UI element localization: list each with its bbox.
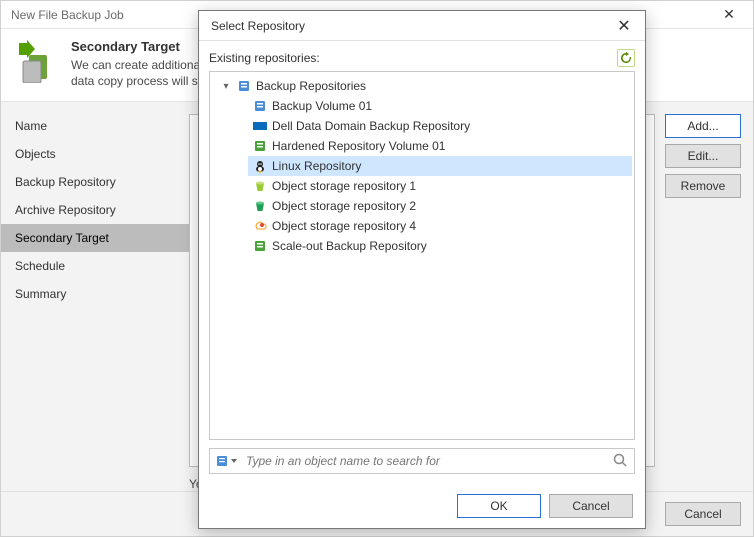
refresh-icon[interactable]	[617, 49, 635, 67]
repo-item-label: Backup Volume 01	[272, 99, 372, 113]
wizard-close-icon[interactable]: ✕	[711, 6, 747, 23]
search-input[interactable]	[244, 453, 606, 469]
disk-blue-icon	[252, 98, 268, 114]
dialog-body: Existing repositories: ▾ Backup Reposito…	[199, 41, 645, 484]
bucket-lime-icon	[252, 178, 268, 194]
repo-item-label: Object storage repository 2	[272, 199, 416, 213]
repo-item-label: Object storage repository 4	[272, 219, 416, 233]
repo-item-linux-repository[interactable]: Linux Repository	[248, 156, 632, 176]
repo-item-object-storage-repository-4[interactable]: Object storage repository 4	[248, 216, 632, 236]
wizard-cancel-button[interactable]: Cancel	[665, 502, 741, 526]
tree-root-label: Backup Repositories	[256, 79, 366, 93]
nav-item-summary[interactable]: Summary	[1, 280, 189, 308]
search-bar	[209, 448, 635, 474]
cancel-button[interactable]: Cancel	[549, 494, 633, 518]
repo-item-hardened-repository-volume-01[interactable]: Hardened Repository Volume 01	[248, 136, 632, 156]
chevron-down-icon[interactable]: ▾	[220, 81, 232, 92]
existing-repositories-label: Existing repositories:	[209, 51, 617, 65]
add-button[interactable]: Add...	[665, 114, 741, 138]
nav-item-objects[interactable]: Objects	[1, 140, 189, 168]
disk-green-icon	[252, 138, 268, 154]
nav-item-name[interactable]: Name	[1, 112, 189, 140]
repo-item-object-storage-repository-1[interactable]: Object storage repository 1	[248, 176, 632, 196]
repositories-group-icon	[236, 78, 252, 94]
secondary-target-icon	[15, 39, 59, 83]
repo-item-label: Linux Repository	[272, 159, 361, 173]
repo-item-scale-out-backup-repository[interactable]: Scale-out Backup Repository	[248, 236, 632, 256]
repo-item-dell-data-domain-backup-repository[interactable]: Dell Data Domain Backup Repository	[248, 116, 632, 136]
repo-item-object-storage-repository-2[interactable]: Object storage repository 2	[248, 196, 632, 216]
cloud-icon	[252, 218, 268, 234]
nav-item-backup-repository[interactable]: Backup Repository	[1, 168, 189, 196]
bucket-green-icon	[252, 198, 268, 214]
repository-tree[interactable]: ▾ Backup Repositories Backup Volume 01 De…	[209, 71, 635, 440]
repo-item-label: Object storage repository 1	[272, 179, 416, 193]
wizard-nav: NameObjectsBackup RepositoryArchive Repo…	[1, 102, 189, 491]
dialog-title: Select Repository	[211, 19, 607, 33]
repo-item-backup-volume-01[interactable]: Backup Volume 01	[248, 96, 632, 116]
disk-green-icon	[252, 238, 268, 254]
linux-icon	[252, 158, 268, 174]
dell-icon	[252, 118, 268, 134]
ok-button[interactable]: OK	[457, 494, 541, 518]
side-buttons: Add... Edit... Remove	[665, 114, 741, 491]
repository-filter-icon[interactable]	[216, 454, 238, 468]
select-repository-dialog: Select Repository ✕ Existing repositorie…	[198, 10, 646, 529]
nav-item-secondary-target[interactable]: Secondary Target	[1, 224, 189, 252]
nav-item-archive-repository[interactable]: Archive Repository	[1, 196, 189, 224]
remove-button[interactable]: Remove	[665, 174, 741, 198]
dialog-footer: OK Cancel	[199, 484, 645, 528]
dialog-titlebar: Select Repository ✕	[199, 11, 645, 41]
nav-item-schedule[interactable]: Schedule	[1, 252, 189, 280]
repo-item-label: Hardened Repository Volume 01	[272, 139, 445, 153]
search-icon[interactable]	[612, 452, 628, 471]
edit-button[interactable]: Edit...	[665, 144, 741, 168]
tree-root-node[interactable]: ▾ Backup Repositories	[216, 76, 632, 96]
repo-item-label: Scale-out Backup Repository	[272, 239, 427, 253]
repo-item-label: Dell Data Domain Backup Repository	[272, 119, 470, 133]
dialog-close-icon[interactable]: ✕	[607, 16, 641, 36]
